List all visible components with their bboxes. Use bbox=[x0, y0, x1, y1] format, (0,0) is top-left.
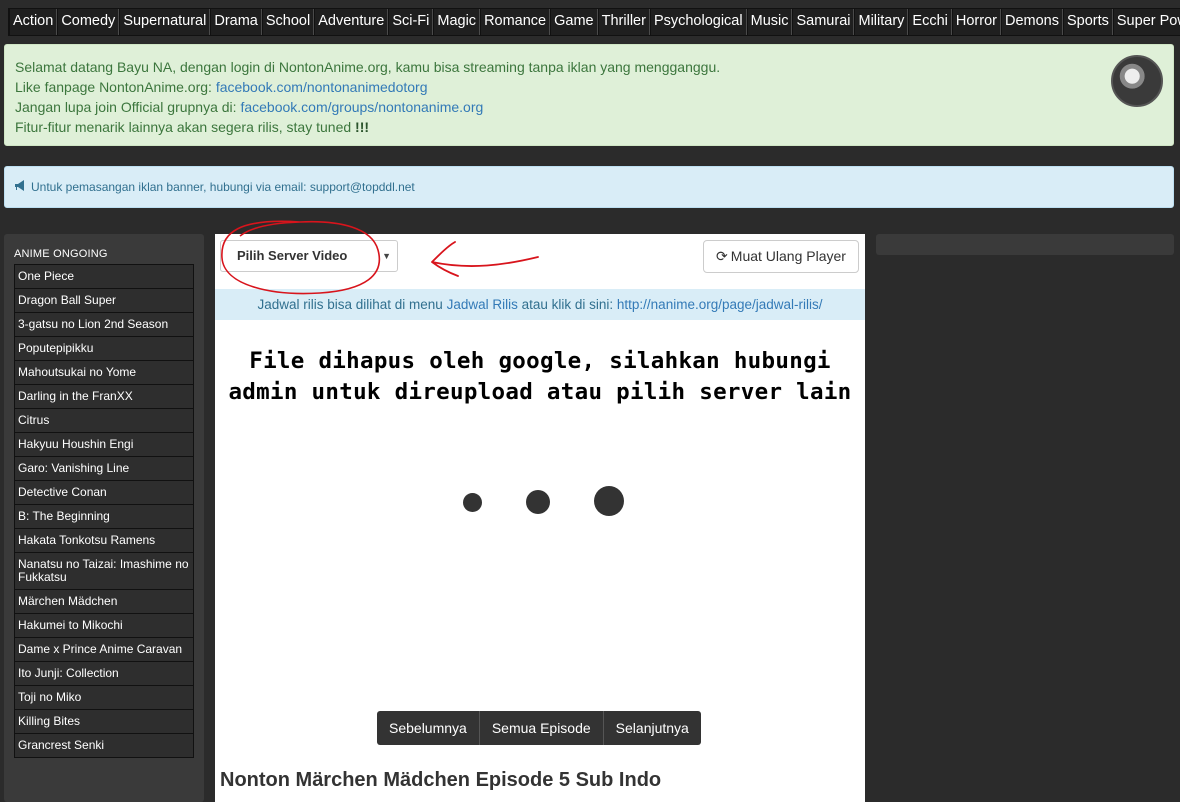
genre-music[interactable]: Music bbox=[746, 9, 793, 35]
sidebar-title: ANIME ONGOING bbox=[14, 248, 108, 260]
ongoing-item[interactable]: Killing Bites bbox=[15, 710, 193, 734]
genre-magic[interactable]: Magic bbox=[433, 9, 481, 35]
genre-romance[interactable]: Romance bbox=[480, 9, 551, 35]
ongoing-item[interactable]: Ito Junji: Collection bbox=[15, 662, 193, 686]
avatar[interactable] bbox=[1111, 55, 1163, 107]
ongoing-item[interactable]: 3-gatsu no Lion 2nd Season bbox=[15, 313, 193, 337]
ad-info-banner: Untuk pemasangan iklan banner, hubungi v… bbox=[4, 166, 1174, 208]
genre-samurai[interactable]: Samurai bbox=[792, 9, 855, 35]
genre-supernatural[interactable]: Supernatural bbox=[119, 9, 211, 35]
player-error-message: File dihapus oleh google, silahkan hubun… bbox=[228, 348, 852, 405]
schedule-url-link[interactable]: http://nanime.org/page/jadwal-rilis/ bbox=[617, 297, 823, 312]
megaphone-icon bbox=[15, 167, 27, 207]
ongoing-item[interactable]: Hakumei to Mikochi bbox=[15, 614, 193, 638]
episode-nav: Sebelumnya Semua Episode Selanjutnya bbox=[377, 711, 701, 745]
genre-military[interactable]: Military bbox=[854, 9, 909, 35]
welcome-line-3: Jangan lupa join Official grupnya di: fa… bbox=[15, 99, 484, 115]
genre-super-power[interactable]: Super Power bbox=[1112, 9, 1180, 35]
next-episode-button[interactable]: Selanjutnya bbox=[604, 711, 701, 745]
main-panel: Pilih Server Video ▼ ⟳ Muat Ulang Player … bbox=[215, 234, 865, 802]
all-episodes-button[interactable]: Semua Episode bbox=[480, 711, 604, 745]
right-sidebar bbox=[876, 234, 1174, 255]
ongoing-item[interactable]: One Piece bbox=[15, 265, 193, 289]
genre-game[interactable]: Game bbox=[550, 9, 598, 35]
ongoing-item[interactable]: Citrus bbox=[15, 409, 193, 433]
ongoing-item[interactable]: Garo: Vanishing Line bbox=[15, 457, 193, 481]
ongoing-item[interactable]: Detective Conan bbox=[15, 481, 193, 505]
genre-ecchi[interactable]: Ecchi bbox=[908, 9, 952, 35]
genre-thriller[interactable]: Thriller bbox=[597, 9, 650, 35]
genre-nav: Action Comedy Supernatural Drama School Adven… bbox=[8, 8, 1180, 36]
ongoing-item[interactable]: Mahoutsukai no Yome bbox=[15, 361, 193, 385]
loading-dot-2 bbox=[526, 490, 550, 514]
ongoing-item[interactable]: Toji no Miko bbox=[15, 686, 193, 710]
ongoing-item[interactable]: B: The Beginning bbox=[15, 505, 193, 529]
caret-down-icon: ▼ bbox=[382, 251, 391, 261]
server-select[interactable]: Pilih Server Video ▼ bbox=[220, 240, 398, 272]
genre-sci-fi[interactable]: Sci-Fi bbox=[388, 9, 434, 35]
ongoing-item[interactable]: Nanatsu no Taizai: Imashime no Fukkatsu bbox=[15, 553, 193, 590]
ongoing-item[interactable]: Hakyuu Houshin Engi bbox=[15, 433, 193, 457]
genre-school[interactable]: School bbox=[261, 9, 315, 35]
welcome-line-4: Fitur-fitur menarik lainnya akan segera … bbox=[15, 119, 370, 135]
previous-episode-button[interactable]: Sebelumnya bbox=[377, 711, 480, 745]
ongoing-list: One Piece Dragon Ball Super 3-gatsu no Lio… bbox=[14, 264, 194, 758]
ongoing-item[interactable]: Dragon Ball Super bbox=[15, 289, 193, 313]
welcome-box: Selamat datang Bayu NA, dengan login di … bbox=[4, 44, 1174, 146]
facebook-fanpage-link[interactable]: facebook.com/nontonanimedotorg bbox=[216, 79, 428, 95]
page-title: Nonton Märchen Mädchen Episode 5 Sub Ind… bbox=[220, 769, 662, 791]
genre-action[interactable]: Action bbox=[9, 9, 58, 35]
server-select-label: Pilih Server Video bbox=[237, 248, 348, 263]
ongoing-item[interactable]: Hakata Tonkotsu Ramens bbox=[15, 529, 193, 553]
loading-dot-3 bbox=[594, 486, 624, 516]
schedule-menu-link[interactable]: Jadwal Rilis bbox=[447, 297, 518, 312]
genre-sports[interactable]: Sports bbox=[1062, 9, 1113, 35]
loading-dot-1 bbox=[463, 493, 482, 512]
refresh-icon: ⟳ bbox=[716, 248, 728, 264]
genre-comedy[interactable]: Comedy bbox=[57, 9, 120, 35]
genre-psychological[interactable]: Psychological bbox=[649, 9, 747, 35]
welcome-line-1: Selamat datang Bayu NA, dengan login di … bbox=[15, 59, 721, 75]
genre-demons[interactable]: Demons bbox=[1000, 9, 1063, 35]
video-player[interactable]: File dihapus oleh google, silahkan hubun… bbox=[215, 320, 865, 686]
ongoing-item[interactable]: Darling in the FranXX bbox=[15, 385, 193, 409]
welcome-line-2: Like fanpage NontonAnime.org: facebook.c… bbox=[15, 79, 428, 95]
reload-player-button[interactable]: ⟳ Muat Ulang Player bbox=[703, 240, 859, 273]
facebook-group-link[interactable]: facebook.com/groups/nontonanime.org bbox=[240, 99, 483, 115]
genre-horror[interactable]: Horror bbox=[951, 9, 1001, 35]
ongoing-item[interactable]: Märchen Mädchen bbox=[15, 590, 193, 614]
reload-label: Muat Ulang Player bbox=[730, 248, 846, 264]
ad-info-text: Untuk pemasangan iklan banner, hubungi v… bbox=[31, 180, 415, 194]
ongoing-sidebar: ANIME ONGOING One Piece Dragon Ball Super… bbox=[4, 234, 204, 802]
ongoing-item[interactable]: Poputepipikku bbox=[15, 337, 193, 361]
ongoing-item[interactable]: Grancrest Senki bbox=[15, 734, 193, 757]
genre-adventure[interactable]: Adventure bbox=[314, 9, 389, 35]
ongoing-item[interactable]: Dame x Prince Anime Caravan bbox=[15, 638, 193, 662]
genre-drama[interactable]: Drama bbox=[210, 9, 262, 35]
schedule-note: Jadwal rilis bisa dilihat di menu Jadwal… bbox=[215, 289, 865, 320]
